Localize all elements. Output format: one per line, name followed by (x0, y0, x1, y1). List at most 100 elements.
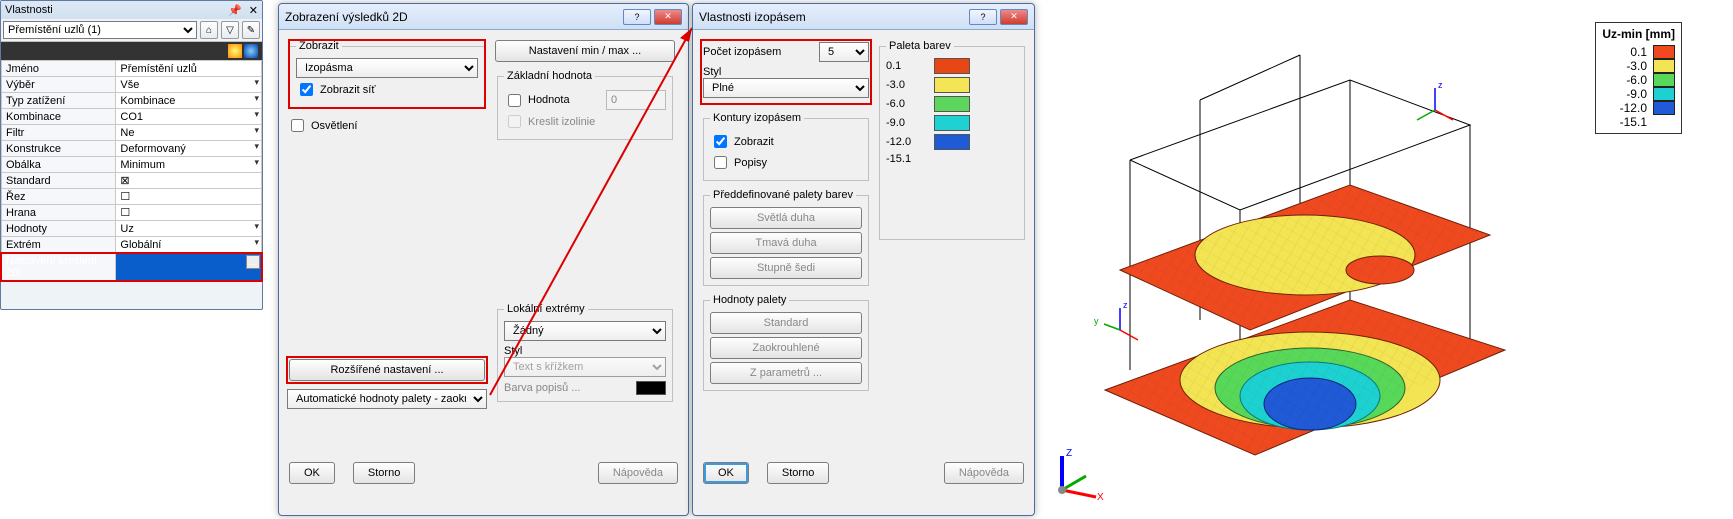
palette-swatch[interactable] (934, 77, 970, 93)
prop-label: Kombinace (2, 109, 116, 125)
band-count-select[interactable]: 5 (819, 42, 869, 62)
btn-params: Z parametrů ... (710, 362, 862, 384)
chk-value[interactable]: Hodnota (504, 90, 666, 110)
model-view[interactable]: z z y Z X Uz-min [mm] 0.1-3.0-6.0-9.0-12… (1050, 10, 1690, 510)
axis-gizmo[interactable]: Z X (1050, 442, 1110, 502)
palette-swatch[interactable] (934, 96, 970, 112)
swatch-icon[interactable] (228, 44, 242, 58)
legend-value: -15.1 (1613, 115, 1647, 129)
group-local-extremes: Lokální extrémy Žádný Styl Text s křížke… (497, 303, 673, 402)
legend-title: Uz-min [mm] (1602, 27, 1675, 41)
prop-value[interactable]: Globální (116, 237, 262, 253)
chk-show-mesh-label: Zobrazit síť (320, 84, 375, 96)
prop-label: Extrém (2, 237, 116, 253)
prop-value[interactable]: Kombinace (116, 93, 262, 109)
properties-title-bar[interactable]: Vlastnosti 📌 ✕ (1, 1, 262, 19)
palette-row[interactable]: -6.0 (886, 96, 1018, 112)
prop-value[interactable]: ☐ (116, 189, 262, 205)
palette-row[interactable]: -12.0 (886, 134, 1018, 150)
btn-ok[interactable]: OK (289, 462, 335, 484)
color-swatch[interactable] (636, 381, 666, 395)
chk-contour-labels-label: Popisy (734, 157, 767, 169)
btn-dark-rainbow: Tmavá duha (710, 232, 862, 254)
prop-value[interactable]: Přemístění uzlů (116, 61, 262, 77)
style-label: Styl (504, 345, 666, 357)
toolbar-btn-3[interactable]: ✎ (242, 21, 260, 39)
help-icon[interactable]: ? (623, 9, 651, 25)
swatch-bar (1, 42, 262, 60)
chk-isolines[interactable]: Kreslit izolinie (504, 112, 666, 131)
properties-highlight-row: Nastavení kreslení 2D ... (1, 253, 262, 281)
properties-title-text: Vlastnosti (5, 4, 53, 16)
prop-2d-drawing-value[interactable]: ... (116, 254, 262, 281)
properties-object-select[interactable]: Přemístění uzlů (1) (3, 21, 197, 39)
close-icon[interactable]: ✕ (654, 9, 682, 25)
btn-cancel[interactable]: Storno (767, 462, 829, 484)
close-icon[interactable]: ✕ (249, 5, 258, 17)
prop-value[interactable]: Deformovaný (116, 141, 262, 157)
palette-row[interactable]: -3.0 (886, 77, 1018, 93)
btn-cancel[interactable]: Storno (353, 462, 415, 484)
prop-value[interactable]: Ne (116, 125, 262, 141)
prop-label: Filtr (2, 125, 116, 141)
btn-rounded: Zaokrouhlené (710, 337, 862, 359)
chk-lighting[interactable]: Osvětlení (287, 116, 487, 135)
group-palette-values-legend: Hodnoty palety (710, 294, 789, 306)
svg-text:Z: Z (1066, 448, 1072, 459)
chk-lighting-input[interactable] (291, 119, 304, 132)
palette-swatch[interactable] (934, 58, 970, 74)
group-base-value: Základní hodnota Hodnota Kreslit izolini… (497, 70, 673, 140)
btn-ok[interactable]: OK (703, 462, 749, 484)
prop-label: Typ zatížení (2, 93, 116, 109)
prop-value[interactable]: Uz (116, 221, 262, 237)
chk-show-mesh[interactable]: Zobrazit síť (296, 80, 478, 99)
band-style-select[interactable]: Plné (703, 78, 869, 98)
legend-value: -9.0 (1613, 87, 1647, 101)
chk-lighting-label: Osvětlení (311, 120, 357, 132)
legend-swatch (1653, 45, 1675, 59)
prop-label: Hodnoty (2, 221, 116, 237)
toolbar-btn-2[interactable]: ▽ (221, 21, 239, 39)
btn-help[interactable]: Nápověda (598, 462, 678, 484)
btn-advanced-settings[interactable]: Rozšířené nastavení ... (289, 359, 485, 381)
btn-help[interactable]: Nápověda (944, 462, 1024, 484)
swatch-icon[interactable] (244, 44, 258, 58)
prop-value[interactable]: Minimum (116, 157, 262, 173)
palette-row[interactable]: 0.1 (886, 58, 1018, 74)
chk-show-mesh-input[interactable] (300, 83, 313, 96)
prop-value[interactable]: ☐ (116, 205, 262, 221)
palette-row[interactable]: -15.1 (886, 153, 1018, 165)
dialog1-titlebar[interactable]: Zobrazení výsledků 2D ? ✕ (279, 4, 688, 30)
prop-value[interactable]: CO1 (116, 109, 262, 125)
ellipsis-button[interactable]: ... (246, 255, 260, 269)
local-extreme-select[interactable]: Žádný (504, 321, 666, 341)
palette-swatch[interactable] (934, 134, 970, 150)
palette-mode-select[interactable]: Automatické hodnoty palety - zaokrouhl (287, 389, 487, 409)
chk-contour-labels[interactable]: Popisy (710, 153, 862, 172)
prop-2d-drawing-label: Nastavení kreslení 2D (2, 254, 116, 281)
palette-row[interactable]: -9.0 (886, 115, 1018, 131)
close-icon[interactable]: ✕ (1000, 9, 1028, 25)
prop-value[interactable]: ⊠ (116, 173, 262, 189)
toolbar-btn-1[interactable]: ⌂ (200, 21, 218, 39)
group-zobrazit: Zobrazit Izopásma Zobrazit síť (289, 40, 485, 108)
pin-icon[interactable]: 📌 (228, 5, 242, 17)
input-value (606, 90, 666, 110)
btn-min-max[interactable]: Nastavení min / max ... (495, 40, 675, 62)
dialog-isoband-properties: Vlastnosti izopásem ? ✕ Počet izopásem 5… (692, 3, 1035, 516)
group-contours-legend: Kontury izopásem (710, 112, 804, 124)
prop-value[interactable]: Vše (116, 77, 262, 93)
chk-contour-show-input[interactable] (714, 135, 727, 148)
chk-value-input[interactable] (508, 94, 521, 107)
legend-row: -9.0 (1602, 87, 1675, 101)
help-icon[interactable]: ? (969, 9, 997, 25)
group-palette-legend: Paleta barev (886, 40, 954, 52)
palette-swatch[interactable] (934, 115, 970, 131)
group-palette-values: Hodnoty palety Standard Zaokrouhlené Z p… (703, 294, 869, 391)
chk-contour-show[interactable]: Zobrazit (710, 132, 862, 151)
dialog2-titlebar[interactable]: Vlastnosti izopásem ? ✕ (693, 4, 1034, 30)
display-type-select[interactable]: Izopásma (296, 58, 478, 78)
result-legend: Uz-min [mm] 0.1-3.0-6.0-9.0-12.0-15.1 (1595, 22, 1682, 134)
chk-contour-labels-input[interactable] (714, 156, 727, 169)
prop-label: Výběr (2, 77, 116, 93)
